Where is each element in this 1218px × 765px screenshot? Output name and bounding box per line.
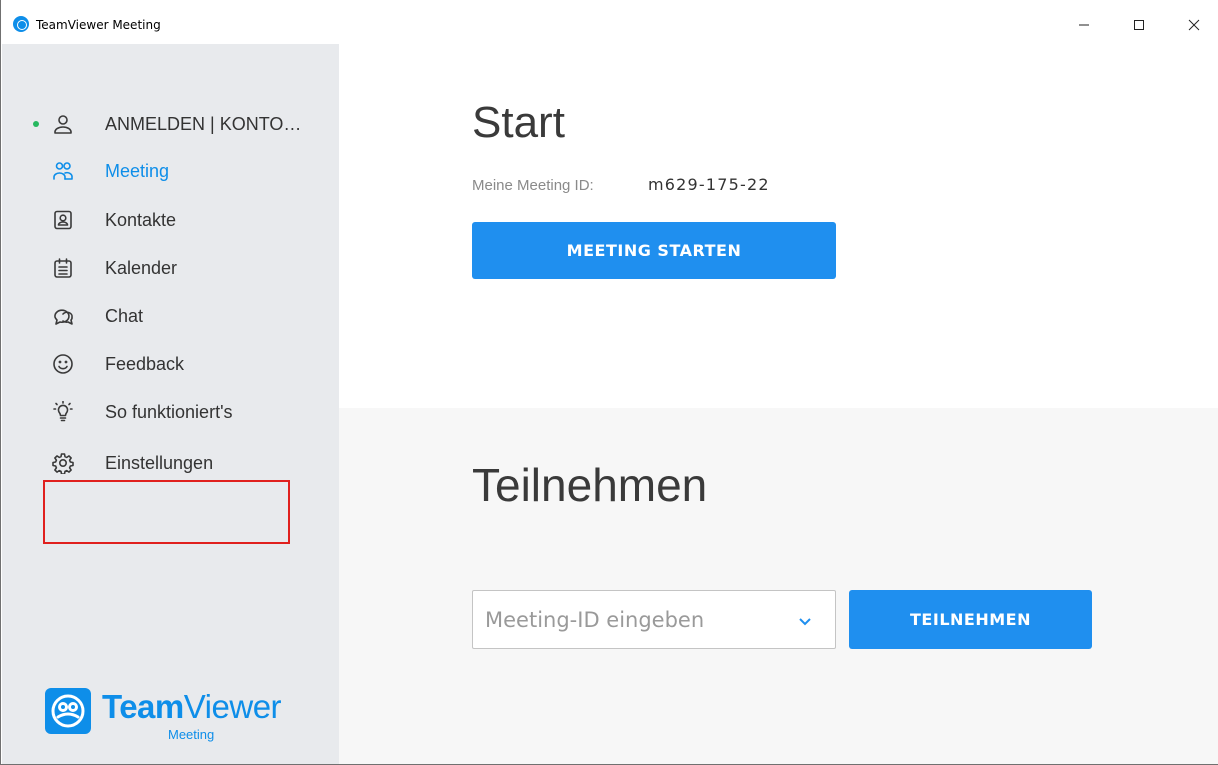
logo-word-bold: Team bbox=[102, 688, 184, 725]
maximize-button[interactable] bbox=[1116, 10, 1162, 40]
maximize-icon bbox=[1134, 20, 1144, 30]
teamviewer-logo: TeamViewer Meeting bbox=[45, 686, 315, 746]
sidebar: ANMELDEN | KONTO… Meeting Kontakte Kalen… bbox=[2, 44, 339, 764]
sidebar-item-contacts[interactable]: Kontakte bbox=[2, 200, 339, 240]
minimize-button[interactable] bbox=[1061, 10, 1107, 40]
calendar-icon bbox=[52, 257, 74, 279]
smiley-icon bbox=[52, 353, 74, 375]
close-icon bbox=[1188, 19, 1200, 31]
user-icon bbox=[52, 113, 74, 135]
logo-word-regular: Viewer bbox=[183, 688, 282, 725]
sidebar-item-label: Kontakte bbox=[105, 209, 177, 230]
lightbulb-icon bbox=[52, 401, 74, 423]
sidebar-item-settings[interactable]: Einstellungen bbox=[2, 443, 339, 483]
chevron-down-icon[interactable] bbox=[795, 611, 815, 631]
teamviewer-logo-icon bbox=[45, 688, 91, 734]
sidebar-item-label: Chat bbox=[105, 305, 144, 326]
minimize-icon bbox=[1079, 24, 1089, 26]
app-window: TeamViewer Meeting ANMELDEN | KONTO… Mee… bbox=[0, 0, 1218, 765]
sidebar-item-label: Feedback bbox=[105, 353, 185, 374]
sidebar-item-label: So funktioniert's bbox=[105, 401, 233, 422]
people-icon bbox=[52, 160, 74, 182]
sidebar-item-label: Einstellungen bbox=[105, 452, 214, 473]
sidebar-item-label: Meeting bbox=[105, 160, 170, 181]
chat-bubbles-icon bbox=[52, 305, 74, 327]
join-heading: Teilnehmen bbox=[472, 459, 708, 511]
close-button[interactable] bbox=[1171, 10, 1217, 40]
start-meeting-button[interactable]: MEETING STARTEN bbox=[472, 222, 836, 279]
start-heading: Start bbox=[472, 98, 565, 147]
start-section: Start Meine Meeting ID: m629-175-22 MEET… bbox=[339, 44, 1218, 408]
meeting-id-combobox[interactable] bbox=[472, 590, 836, 649]
online-status-dot bbox=[33, 121, 39, 127]
sidebar-item-calendar[interactable]: Kalender bbox=[2, 248, 339, 288]
sidebar-item-chat[interactable]: Chat bbox=[2, 296, 339, 336]
title-bar[interactable]: TeamViewer Meeting bbox=[1, 0, 1218, 44]
sidebar-item-account[interactable]: ANMELDEN | KONTO… bbox=[2, 104, 339, 144]
sidebar-item-feedback[interactable]: Feedback bbox=[2, 344, 339, 384]
join-button[interactable]: TEILNEHMEN bbox=[849, 590, 1092, 649]
contact-card-icon bbox=[52, 209, 74, 231]
sidebar-item-label: Kalender bbox=[105, 257, 178, 278]
window-title: TeamViewer Meeting bbox=[36, 18, 161, 32]
gear-icon bbox=[52, 452, 74, 474]
sidebar-item-label: ANMELDEN | KONTO… bbox=[105, 113, 302, 134]
meeting-id-value: m629-175-22 bbox=[648, 175, 770, 194]
join-section: Teilnehmen TEILNEHMEN bbox=[339, 408, 1218, 764]
teamviewer-app-icon bbox=[13, 16, 29, 32]
meeting-id-label: Meine Meeting ID: bbox=[472, 177, 594, 194]
settings-highlight-box bbox=[43, 480, 290, 544]
meeting-id-input[interactable] bbox=[485, 591, 785, 648]
logo-wordmark: TeamViewer bbox=[102, 688, 282, 726]
sidebar-item-meeting[interactable]: Meeting bbox=[2, 151, 339, 191]
logo-subtitle: Meeting bbox=[168, 727, 215, 742]
sidebar-item-how-it-works[interactable]: So funktioniert's bbox=[2, 392, 339, 432]
